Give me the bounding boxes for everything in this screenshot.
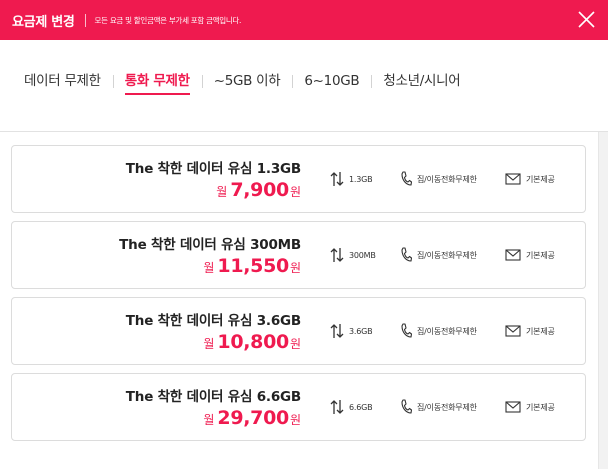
call-allowance: 집/이동전화무제한 bbox=[400, 222, 477, 288]
phone-icon bbox=[401, 247, 412, 262]
plan-card[interactable]: The 착한 데이터 유심 6.6GB 월 29,700 원 6.6GB 집/이… bbox=[11, 373, 586, 441]
data-transfer-icon bbox=[330, 324, 344, 338]
tab-unlimited-calls[interactable]: 통화 무제한 bbox=[112, 72, 202, 102]
price-value: 10,800 bbox=[217, 331, 289, 353]
header-divider bbox=[84, 13, 86, 27]
vat-notice: 모든 요금 및 할인금액은 부가세 포함 금액입니다. bbox=[94, 15, 242, 25]
envelope-icon bbox=[505, 249, 521, 261]
call-benefit: 집/이동전화무제한 bbox=[417, 174, 477, 184]
data-transfer-icon bbox=[330, 400, 344, 414]
plan-name: The 착한 데이터 유심 1.3GB bbox=[125, 161, 301, 177]
plan-price: 월 7,900 원 bbox=[216, 179, 301, 201]
phone-icon bbox=[401, 171, 412, 186]
price-suffix: 원 bbox=[289, 261, 301, 275]
price-suffix: 원 bbox=[289, 337, 301, 351]
data-amount: 6.6GB bbox=[349, 402, 373, 412]
plan-card[interactable]: The 착한 데이터 유심 300MB 월 11,550 원 300MB 집/이… bbox=[11, 221, 586, 289]
plan-price: 월 29,700 원 bbox=[203, 407, 301, 429]
plan-name: The 착한 데이터 유심 6.6GB bbox=[125, 389, 301, 405]
tab-label: ~5GB 이하 bbox=[213, 73, 281, 89]
price-prefix: 월 bbox=[203, 337, 215, 351]
tab-unlimited-data[interactable]: 데이터 무제한 bbox=[12, 72, 113, 102]
data-amount: 1.3GB bbox=[349, 174, 373, 184]
sms-benefit: 기본제공 bbox=[526, 326, 555, 336]
price-suffix: 원 bbox=[289, 185, 301, 199]
price-prefix: 월 bbox=[216, 185, 228, 199]
call-allowance: 집/이동전화무제한 bbox=[400, 298, 477, 364]
tab-6-10gb[interactable]: 6~10GB bbox=[292, 72, 371, 102]
plan-name: The 착한 데이터 유심 300MB bbox=[119, 237, 301, 253]
call-benefit: 집/이동전화무제한 bbox=[417, 402, 477, 412]
phone-icon bbox=[401, 323, 412, 338]
plan-price: 월 10,800 원 bbox=[203, 331, 301, 353]
tab-youth-senior[interactable]: 청소년/시니어 bbox=[371, 72, 472, 102]
envelope-icon bbox=[505, 173, 521, 185]
call-benefit: 집/이동전화무제한 bbox=[417, 250, 477, 260]
plan-card[interactable]: The 착한 데이터 유심 1.3GB 월 7,900 원 1.3GB 집/이동… bbox=[11, 145, 586, 213]
tab-under-5gb[interactable]: ~5GB 이하 bbox=[201, 72, 293, 102]
data-allowance: 1.3GB bbox=[330, 146, 373, 212]
close-icon bbox=[578, 11, 595, 28]
phone-icon bbox=[401, 399, 412, 414]
plan-category-tabs: 데이터 무제한 통화 무제한 ~5GB 이하 6~10GB 청소년/시니어 bbox=[12, 72, 472, 102]
tab-label: 데이터 무제한 bbox=[24, 73, 101, 89]
sms-benefit: 기본제공 bbox=[526, 250, 555, 260]
price-value: 7,900 bbox=[230, 179, 289, 201]
modal-title: 요금제 변경 bbox=[12, 14, 75, 30]
active-tab-indicator bbox=[124, 93, 190, 95]
price-value: 29,700 bbox=[217, 407, 289, 429]
envelope-icon bbox=[505, 325, 521, 337]
sms-allowance: 기본제공 bbox=[505, 298, 555, 364]
sms-allowance: 기본제공 bbox=[505, 146, 555, 212]
scrollbar[interactable] bbox=[598, 132, 608, 469]
data-amount: 3.6GB bbox=[349, 326, 373, 336]
close-button[interactable] bbox=[577, 10, 596, 29]
price-suffix: 원 bbox=[289, 413, 301, 427]
plan-price: 월 11,550 원 bbox=[203, 255, 301, 277]
plan-name: The 착한 데이터 유심 3.6GB bbox=[125, 313, 301, 329]
sms-allowance: 기본제공 bbox=[505, 222, 555, 288]
call-allowance: 집/이동전화무제한 bbox=[400, 146, 477, 212]
sms-benefit: 기본제공 bbox=[526, 174, 555, 184]
tab-label: 통화 무제한 bbox=[124, 73, 190, 89]
price-prefix: 월 bbox=[203, 261, 215, 275]
data-transfer-icon bbox=[330, 248, 344, 262]
data-allowance: 300MB bbox=[330, 222, 376, 288]
price-value: 11,550 bbox=[217, 255, 289, 277]
call-allowance: 집/이동전화무제한 bbox=[400, 374, 477, 440]
modal-header: 요금제 변경 모든 요금 및 할인금액은 부가세 포함 금액입니다. bbox=[0, 0, 608, 40]
data-amount: 300MB bbox=[349, 250, 376, 260]
call-benefit: 집/이동전화무제한 bbox=[417, 326, 477, 336]
section-divider bbox=[0, 131, 608, 132]
data-transfer-icon bbox=[330, 172, 344, 186]
data-allowance: 6.6GB bbox=[330, 374, 373, 440]
sms-benefit: 기본제공 bbox=[526, 402, 555, 412]
plan-card[interactable]: The 착한 데이터 유심 3.6GB 월 10,800 원 3.6GB 집/이… bbox=[11, 297, 586, 365]
data-allowance: 3.6GB bbox=[330, 298, 373, 364]
envelope-icon bbox=[505, 401, 521, 413]
sms-allowance: 기본제공 bbox=[505, 374, 555, 440]
tab-label: 6~10GB bbox=[304, 73, 360, 89]
tab-label: 청소년/시니어 bbox=[383, 73, 461, 89]
price-prefix: 월 bbox=[203, 413, 215, 427]
